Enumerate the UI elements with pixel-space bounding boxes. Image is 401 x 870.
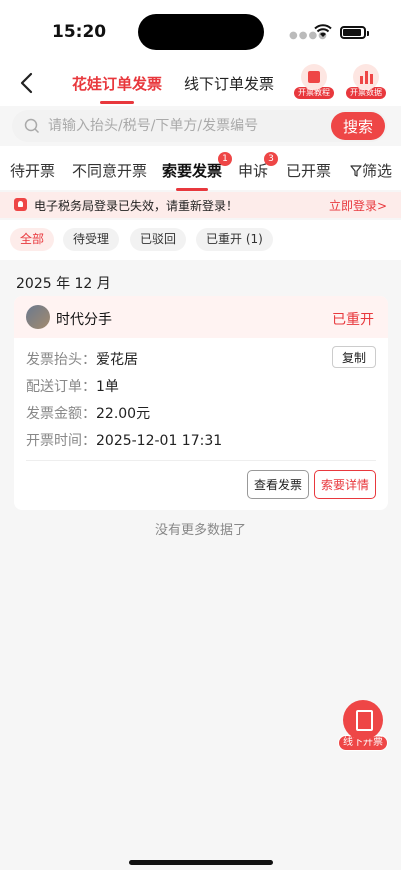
notice-message: 电子税务局登录已失效，请重新登录！: [34, 199, 239, 213]
request-detail-button[interactable]: 索要详情: [314, 470, 377, 499]
tab-pending[interactable]: 待开票: [10, 160, 55, 181]
bell-icon: [14, 198, 27, 211]
search-bar: 搜索: [12, 110, 387, 142]
filter-icon: [350, 165, 362, 177]
chip-declined[interactable]: 已驳回: [130, 228, 187, 251]
login-now-link[interactable]: 立即登录>: [329, 197, 387, 214]
tab-appeal[interactable]: 申诉 3: [238, 152, 279, 181]
wifi-icon: [314, 24, 332, 37]
tab-badge: 3: [264, 152, 279, 166]
tab-offline-orders[interactable]: 线下订单发票: [184, 73, 274, 94]
tab-requested[interactable]: 索要发票 1: [162, 152, 233, 191]
status-tabs: 待开票 不同意开票 索要发票 1 申诉 3 已开票 筛选: [0, 146, 401, 191]
amount-row: 发票金额：22.00元: [26, 406, 151, 422]
home-indicator[interactable]: [129, 860, 273, 865]
status-time: 15:20: [52, 22, 107, 42]
offline-invoice-button[interactable]: 线下开票: [338, 700, 388, 751]
tab-invoiced[interactable]: 已开票: [286, 160, 331, 181]
card-header: 时代分手 已重开: [14, 296, 388, 338]
camera-notch: [138, 14, 264, 50]
search-input[interactable]: [48, 110, 328, 142]
status-bar: 15:20 ●●●●: [0, 0, 401, 64]
battery-icon: [340, 26, 369, 39]
status-badge: 已重开: [332, 312, 374, 328]
search-button[interactable]: 搜索: [331, 112, 385, 140]
back-icon[interactable]: [16, 68, 40, 98]
chip-reissued[interactable]: 已重开 (1): [196, 228, 273, 251]
invoice-icon: [343, 700, 383, 740]
chip-pending-acceptance[interactable]: 待受理: [63, 228, 120, 251]
login-expired-notice: 电子税务局登录已失效，请重新登录！ 立即登录>: [0, 192, 401, 218]
bar-chart-icon: [353, 64, 379, 90]
month-header: 2025 年 12 月: [16, 276, 111, 292]
filter-chips: 全部 待受理 已驳回 已重开 (1): [0, 220, 401, 260]
search-icon: [24, 118, 40, 134]
invoice-time-row: 开票时间：2025-12-01 17:31: [26, 433, 223, 449]
tab-rejected[interactable]: 不同意开票: [72, 160, 147, 181]
tab-badge: 1: [218, 152, 233, 166]
invoice-card: 时代分手 已重开 发票抬头：爱花居 复制 配送订单：1单 发票金额：22.00元…: [14, 296, 388, 510]
tab-platform-orders[interactable]: 花娃订单发票: [72, 73, 162, 104]
tutorial-button[interactable]: 开票教程: [294, 64, 334, 99]
book-icon: [301, 64, 327, 90]
header: 花娃订单发票 线下订单发票 开票教程 开票数据: [0, 64, 401, 106]
invoice-title-row: 发票抬头：爱花居: [26, 352, 138, 368]
divider: [26, 460, 376, 461]
copy-button[interactable]: 复制: [332, 346, 376, 368]
view-invoice-button[interactable]: 查看发票: [247, 470, 310, 499]
stats-button[interactable]: 开票数据: [346, 64, 386, 99]
filter-button[interactable]: 筛选: [350, 160, 392, 181]
no-more-data: 没有更多数据了: [154, 523, 246, 538]
shop-name: 时代分手: [56, 312, 112, 328]
order-count-row: 配送订单：1单: [26, 379, 119, 395]
avatar: [26, 305, 50, 329]
chip-all[interactable]: 全部: [10, 228, 55, 251]
